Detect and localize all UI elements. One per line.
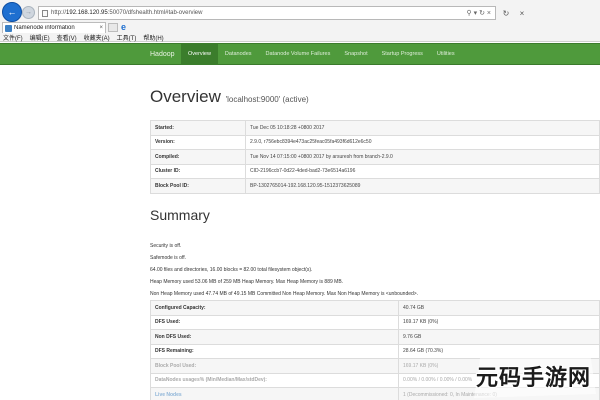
overview-subtitle: 'localhost:9000' (active) [225,95,309,104]
close-icon[interactable]: × [99,25,105,31]
table-row: Cluster ID: CID-2196ccb7-0d22-4ded-bad2-… [150,163,600,179]
row-key: Block Pool ID: [150,178,246,194]
nav-datanode-volume-failures[interactable]: Datanode Volume Failures [259,44,338,65]
table-row: Configured Capacity: 40.74 GB [150,300,600,316]
table-row: Block Pool ID: BP-1302765014-192.168.120… [150,178,600,194]
brand-logo[interactable]: Hadoop [150,44,175,65]
nav-datanodes[interactable]: Datanodes [218,44,259,65]
stop-icon[interactable]: × [487,10,491,17]
table-row: DFS Used: 169.17 KB (0%) [150,314,600,330]
row-key: Compiled: [150,149,246,165]
live-nodes-link[interactable]: Live Nodes [150,387,399,400]
nav-utilities[interactable]: Utilities [430,44,462,65]
dropdown-icon[interactable]: ▾ [474,10,478,17]
safemode-status: Safemode is off. [150,255,187,261]
favicon-icon [5,24,12,32]
row-value: 169.17 KB (0%) [398,314,600,330]
tab-namenode-information[interactable]: Namenode information × [2,22,106,33]
row-key: Started: [150,120,246,136]
overview-table: Started: Tue Dec 05 10:18:28 +0800 2017 … [150,120,600,194]
refresh-icon[interactable]: ↻ [479,10,485,17]
summary-heading: Summary [150,207,210,223]
row-key: Block Pool Used: [150,358,399,374]
row-value: Tue Nov 14 07:15:00 +0800 2017 by arsure… [245,149,600,165]
row-value: 9.76 GB [398,329,600,345]
nav-overview[interactable]: Overview [181,44,218,65]
nav-items: Overview Datanodes Datanode Volume Failu… [181,44,462,65]
heap-memory: Heap Memory used 53.06 MB of 259 MB Heap… [150,279,344,285]
search-icon[interactable]: ⚲ [467,10,472,17]
row-value: Tue Dec 05 10:18:28 +0800 2017 [245,120,600,136]
table-row: Non DFS Used: 9.76 GB [150,329,600,345]
nav-snapshot[interactable]: Snapshot [337,44,374,65]
address-bar[interactable]: http://192.168.120.95:50070/dfshealth.ht… [38,6,496,20]
row-key: Non DFS Used: [150,329,399,345]
row-key: DFS Used: [150,314,399,330]
overview-heading: Overview 'localhost:9000' (active) [150,87,309,107]
browser-toolbar: ← → http://192.168.120.95:50070/dfshealt… [0,0,600,42]
address-url: http://192.168.120.95:50070/dfshealth.ht… [51,10,203,16]
refresh-icon[interactable]: ↻ [500,6,512,20]
menu-help[interactable]: 帮助(H) [143,33,163,42]
new-tab-button[interactable] [108,23,118,32]
row-value: 2.9.0, r756ebc8394e473ac25feac05fa493f6d… [245,134,600,150]
row-value: BP-1302765014-192.168.120.95-15123736250… [245,178,600,194]
menu-view[interactable]: 查看(V) [57,33,77,42]
summary-lines: Security is off. Safemode is off. 64.00 … [150,240,418,300]
table-row: Started: Tue Dec 05 10:18:28 +0800 2017 [150,120,600,136]
menu-tools[interactable]: 工具(T) [117,33,137,42]
menu-file[interactable]: 文件(F) [3,33,23,42]
tab-strip: Namenode information × e [0,22,600,33]
nav-startup-progress[interactable]: Startup Progress [375,44,430,65]
hadoop-navbar: Hadoop Overview Datanodes Datanode Volum… [0,43,600,65]
toolbar-right: ↻ × [500,6,528,20]
tab-title: Namenode information [14,25,75,31]
table-row: Version: 2.9.0, r756ebc8394e473ac25feac0… [150,134,600,150]
ie-logo-icon: e [121,22,127,32]
row-value: CID-2196ccb7-0d22-4ded-bad2-73e6514a6196 [245,163,600,179]
security-status: Security is off. [150,243,182,249]
menu-edit[interactable]: 编辑(E) [30,33,50,42]
row-key: Configured Capacity: [150,300,399,316]
row-key: Cluster ID: [150,163,246,179]
row-key: DFS Remaining: [150,343,399,359]
row-value: 40.74 GB [398,300,600,316]
watermark-text: 元码手游网 [476,365,592,390]
stop-icon[interactable]: × [516,6,528,20]
overview-title: Overview [150,87,221,106]
site-watermark: 元码手游网 [470,350,600,400]
page-icon [42,9,48,17]
address-actions: ⚲ ▾ ↻ × [467,9,491,17]
forward-arrow-icon[interactable]: → [22,6,35,19]
back-arrow-icon[interactable]: ← [2,2,22,22]
filesystem-objects: 64.00 files and directories, 16.00 block… [150,267,313,273]
menu-favorites[interactable]: 收藏夹(A) [84,33,110,42]
non-heap-memory: Non Heap Memory used 47.74 MB of 49.15 M… [150,291,419,297]
row-key: DataNodes usages% (Min/Median/Max/stdDev… [150,372,399,388]
row-key: Version: [150,134,246,150]
menu-bar: 文件(F) 编辑(E) 查看(V) 收藏夹(A) 工具(T) 帮助(H) [3,33,164,42]
table-row: Compiled: Tue Nov 14 07:15:00 +0800 2017… [150,149,600,165]
